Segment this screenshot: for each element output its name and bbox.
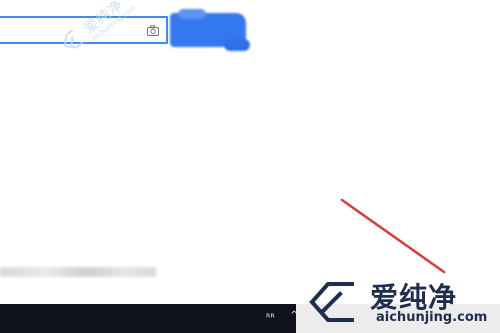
brand-watermark: 爱纯净 aichunjing.com xyxy=(296,274,500,333)
watermark-logo-icon xyxy=(64,29,84,49)
watermark-overlay: 爱纯净 aichunjing.com xyxy=(52,0,166,91)
red-arrow-annotation xyxy=(340,198,446,274)
people-icon[interactable]: ᴿᴿ xyxy=(266,313,280,325)
blurred-text xyxy=(0,267,156,277)
search-button[interactable] xyxy=(170,9,250,51)
brand-logo-icon xyxy=(309,282,354,322)
desktop-page: 爱纯净 aichunjing.com ᴿᴿ ^ 爱纯净 aichunjing.c… xyxy=(0,0,500,333)
brand-url: aichunjing.com xyxy=(376,310,488,325)
